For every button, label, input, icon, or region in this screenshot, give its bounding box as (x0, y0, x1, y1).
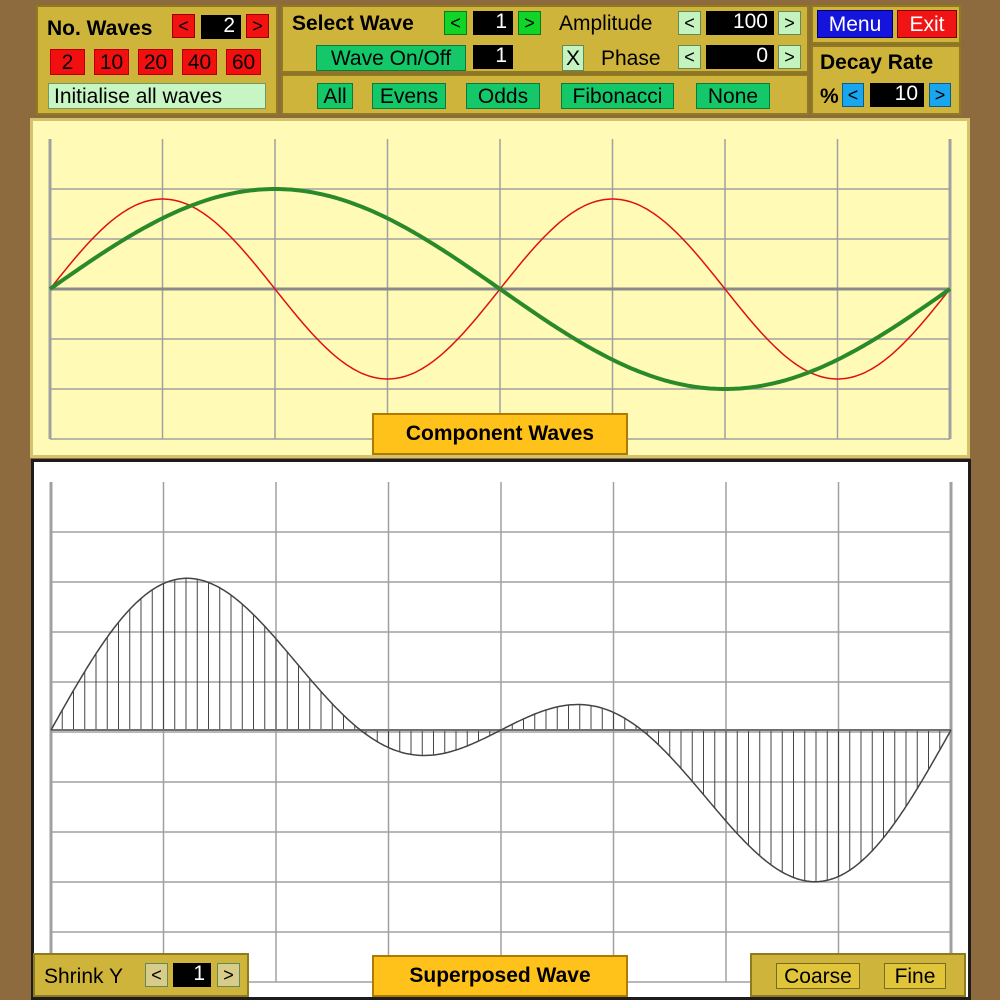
select-wave-decrease-button[interactable]: < (444, 11, 467, 35)
shrink-y-display: 1 (173, 963, 211, 987)
menu-button[interactable]: Menu (817, 10, 893, 38)
component-waves-caption: Component Waves (372, 413, 628, 455)
preset-40-button[interactable]: 40 (182, 49, 217, 75)
shrink-y-panel: Shrink Y < 1 > (33, 953, 249, 997)
num-waves-display: 2 (201, 15, 241, 39)
exit-button[interactable]: Exit (897, 10, 957, 38)
superposed-wave-chart (49, 482, 953, 983)
shrink-y-increase-button[interactable]: > (217, 963, 240, 987)
wave-selector-panel: All Evens Odds Fibonacci None (281, 74, 809, 115)
preset-2-button[interactable]: 2 (50, 49, 85, 75)
phase-display: 0 (706, 45, 774, 69)
fine-button[interactable]: Fine (884, 963, 946, 989)
num-waves-panel: No. Waves < 2 > 2 10 20 40 60 Initialise… (36, 5, 278, 115)
select-fibonacci-button[interactable]: Fibonacci (561, 83, 674, 109)
preset-20-button[interactable]: 20 (138, 49, 173, 75)
wave-on-off-button[interactable]: Wave On/Off (316, 45, 466, 71)
phase-increase-button[interactable]: > (778, 45, 801, 69)
amplitude-increase-button[interactable]: > (778, 11, 801, 35)
component-waves-chart (48, 139, 952, 440)
shrink-y-decrease-button[interactable]: < (145, 963, 168, 987)
resolution-panel: Coarse Fine (750, 953, 966, 997)
select-wave-increase-button[interactable]: > (518, 11, 541, 35)
amplitude-decrease-button[interactable]: < (678, 11, 701, 35)
shrink-y-label: Shrink Y (44, 965, 123, 988)
select-wave-panel: Select Wave < 1 > Amplitude < 100 > Wave… (281, 5, 809, 73)
select-wave-label: Select Wave (292, 12, 414, 35)
menu-exit-panel: Menu Exit (811, 5, 961, 44)
phase-decrease-button[interactable]: < (678, 45, 701, 69)
initialise-all-waves-button[interactable]: Initialise all waves (48, 83, 266, 109)
decay-rate-label: Decay Rate (820, 51, 934, 74)
preset-10-button[interactable]: 10 (94, 49, 129, 75)
coarse-button[interactable]: Coarse (776, 963, 860, 989)
component-waves-panel (30, 118, 970, 458)
preset-60-button[interactable]: 60 (226, 49, 261, 75)
decay-rate-display: 10 (870, 83, 924, 107)
superposed-wave-caption: Superposed Wave (372, 955, 628, 997)
amplitude-display: 100 (706, 11, 774, 35)
decay-rate-increase-button[interactable]: > (929, 83, 951, 107)
decay-rate-unit: % (820, 85, 839, 108)
decay-rate-decrease-button[interactable]: < (842, 83, 864, 107)
num-waves-increase-button[interactable]: > (246, 14, 269, 38)
phase-label: Phase (601, 47, 661, 70)
wave-on-off-display: 1 (473, 45, 513, 69)
select-none-button[interactable]: None (696, 83, 770, 109)
select-all-button[interactable]: All (317, 83, 353, 109)
select-wave-display: 1 (473, 11, 513, 35)
superposed-wave-panel (31, 459, 971, 1000)
select-evens-button[interactable]: Evens (372, 83, 446, 109)
num-waves-label: No. Waves (47, 17, 153, 40)
decay-rate-panel: Decay Rate % < 10 > (811, 45, 961, 115)
num-waves-decrease-button[interactable]: < (172, 14, 195, 38)
select-odds-button[interactable]: Odds (466, 83, 540, 109)
phase-reset-button[interactable]: X (562, 45, 584, 71)
amplitude-label: Amplitude (559, 12, 653, 35)
